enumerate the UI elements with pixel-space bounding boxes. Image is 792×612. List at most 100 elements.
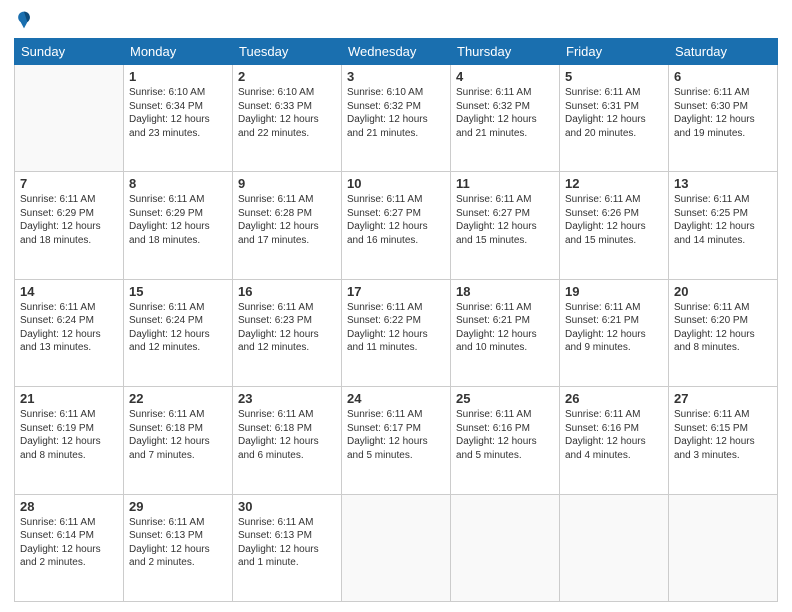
- day-number: 28: [20, 499, 118, 514]
- calendar-cell: 5 Sunrise: 6:11 AM Sunset: 6:31 PM Daylig…: [560, 65, 669, 172]
- day-info: Sunrise: 6:11 AM Sunset: 6:24 PM Dayligh…: [129, 301, 227, 355]
- calendar-body: 1 Sunrise: 6:10 AM Sunset: 6:34 PM Daylig…: [15, 65, 778, 602]
- day-info: Sunrise: 6:10 AM Sunset: 6:32 PM Dayligh…: [347, 86, 445, 140]
- day-info: Sunrise: 6:11 AM Sunset: 6:13 PM Dayligh…: [129, 516, 227, 570]
- day-number: 26: [565, 391, 663, 406]
- day-info: Sunrise: 6:11 AM Sunset: 6:14 PM Dayligh…: [20, 516, 118, 570]
- calendar-cell: [669, 494, 778, 601]
- day-info: Sunrise: 6:11 AM Sunset: 6:22 PM Dayligh…: [347, 301, 445, 355]
- calendar-cell: 18 Sunrise: 6:11 AM Sunset: 6:21 PM Dayli…: [451, 279, 560, 386]
- calendar-header-cell: Saturday: [669, 39, 778, 65]
- calendar-week-row: 14 Sunrise: 6:11 AM Sunset: 6:24 PM Dayli…: [15, 279, 778, 386]
- day-info: Sunrise: 6:11 AM Sunset: 6:16 PM Dayligh…: [565, 408, 663, 462]
- day-number: 9: [238, 176, 336, 191]
- calendar-cell: 19 Sunrise: 6:11 AM Sunset: 6:21 PM Dayli…: [560, 279, 669, 386]
- day-number: 24: [347, 391, 445, 406]
- calendar-cell: 17 Sunrise: 6:11 AM Sunset: 6:22 PM Dayli…: [342, 279, 451, 386]
- day-number: 17: [347, 284, 445, 299]
- day-info: Sunrise: 6:11 AM Sunset: 6:17 PM Dayligh…: [347, 408, 445, 462]
- header: [14, 10, 778, 30]
- day-number: 30: [238, 499, 336, 514]
- day-number: 4: [456, 69, 554, 84]
- calendar-header-cell: Tuesday: [233, 39, 342, 65]
- calendar-week-row: 21 Sunrise: 6:11 AM Sunset: 6:19 PM Dayli…: [15, 387, 778, 494]
- day-info: Sunrise: 6:10 AM Sunset: 6:34 PM Dayligh…: [129, 86, 227, 140]
- calendar-cell: 2 Sunrise: 6:10 AM Sunset: 6:33 PM Daylig…: [233, 65, 342, 172]
- calendar-week-row: 28 Sunrise: 6:11 AM Sunset: 6:14 PM Dayli…: [15, 494, 778, 601]
- calendar-cell: 8 Sunrise: 6:11 AM Sunset: 6:29 PM Daylig…: [124, 172, 233, 279]
- day-number: 10: [347, 176, 445, 191]
- day-info: Sunrise: 6:11 AM Sunset: 6:19 PM Dayligh…: [20, 408, 118, 462]
- page: SundayMondayTuesdayWednesdayThursdayFrid…: [0, 0, 792, 612]
- calendar-cell: 28 Sunrise: 6:11 AM Sunset: 6:14 PM Dayli…: [15, 494, 124, 601]
- day-info: Sunrise: 6:11 AM Sunset: 6:21 PM Dayligh…: [456, 301, 554, 355]
- day-info: Sunrise: 6:11 AM Sunset: 6:26 PM Dayligh…: [565, 193, 663, 247]
- calendar-cell: 1 Sunrise: 6:10 AM Sunset: 6:34 PM Daylig…: [124, 65, 233, 172]
- calendar-week-row: 7 Sunrise: 6:11 AM Sunset: 6:29 PM Daylig…: [15, 172, 778, 279]
- calendar-cell: 20 Sunrise: 6:11 AM Sunset: 6:20 PM Dayli…: [669, 279, 778, 386]
- day-number: 15: [129, 284, 227, 299]
- day-number: 27: [674, 391, 772, 406]
- calendar-cell: 29 Sunrise: 6:11 AM Sunset: 6:13 PM Dayli…: [124, 494, 233, 601]
- calendar-header-cell: Wednesday: [342, 39, 451, 65]
- logo-icon: [14, 10, 34, 30]
- day-number: 18: [456, 284, 554, 299]
- day-info: Sunrise: 6:11 AM Sunset: 6:30 PM Dayligh…: [674, 86, 772, 140]
- calendar-cell: 6 Sunrise: 6:11 AM Sunset: 6:30 PM Daylig…: [669, 65, 778, 172]
- calendar-cell: 24 Sunrise: 6:11 AM Sunset: 6:17 PM Dayli…: [342, 387, 451, 494]
- calendar-cell: 4 Sunrise: 6:11 AM Sunset: 6:32 PM Daylig…: [451, 65, 560, 172]
- calendar-cell: [451, 494, 560, 601]
- day-number: 3: [347, 69, 445, 84]
- calendar-header-cell: Monday: [124, 39, 233, 65]
- day-number: 20: [674, 284, 772, 299]
- calendar-cell: 13 Sunrise: 6:11 AM Sunset: 6:25 PM Dayli…: [669, 172, 778, 279]
- calendar-cell: 9 Sunrise: 6:11 AM Sunset: 6:28 PM Daylig…: [233, 172, 342, 279]
- day-number: 11: [456, 176, 554, 191]
- day-info: Sunrise: 6:11 AM Sunset: 6:32 PM Dayligh…: [456, 86, 554, 140]
- calendar-cell: 3 Sunrise: 6:10 AM Sunset: 6:32 PM Daylig…: [342, 65, 451, 172]
- day-number: 13: [674, 176, 772, 191]
- day-number: 21: [20, 391, 118, 406]
- day-info: Sunrise: 6:11 AM Sunset: 6:27 PM Dayligh…: [347, 193, 445, 247]
- calendar-cell: 12 Sunrise: 6:11 AM Sunset: 6:26 PM Dayli…: [560, 172, 669, 279]
- day-number: 29: [129, 499, 227, 514]
- calendar-cell: 10 Sunrise: 6:11 AM Sunset: 6:27 PM Dayli…: [342, 172, 451, 279]
- day-number: 2: [238, 69, 336, 84]
- day-info: Sunrise: 6:11 AM Sunset: 6:24 PM Dayligh…: [20, 301, 118, 355]
- calendar-cell: [560, 494, 669, 601]
- day-info: Sunrise: 6:11 AM Sunset: 6:18 PM Dayligh…: [129, 408, 227, 462]
- day-info: Sunrise: 6:11 AM Sunset: 6:18 PM Dayligh…: [238, 408, 336, 462]
- day-info: Sunrise: 6:11 AM Sunset: 6:29 PM Dayligh…: [129, 193, 227, 247]
- day-info: Sunrise: 6:11 AM Sunset: 6:28 PM Dayligh…: [238, 193, 336, 247]
- calendar-header-row: SundayMondayTuesdayWednesdayThursdayFrid…: [15, 39, 778, 65]
- day-info: Sunrise: 6:11 AM Sunset: 6:31 PM Dayligh…: [565, 86, 663, 140]
- day-number: 14: [20, 284, 118, 299]
- day-number: 5: [565, 69, 663, 84]
- day-info: Sunrise: 6:10 AM Sunset: 6:33 PM Dayligh…: [238, 86, 336, 140]
- day-number: 12: [565, 176, 663, 191]
- day-number: 19: [565, 284, 663, 299]
- day-info: Sunrise: 6:11 AM Sunset: 6:29 PM Dayligh…: [20, 193, 118, 247]
- day-info: Sunrise: 6:11 AM Sunset: 6:16 PM Dayligh…: [456, 408, 554, 462]
- day-info: Sunrise: 6:11 AM Sunset: 6:25 PM Dayligh…: [674, 193, 772, 247]
- day-number: 25: [456, 391, 554, 406]
- logo: [14, 10, 38, 30]
- day-number: 8: [129, 176, 227, 191]
- calendar-cell: 26 Sunrise: 6:11 AM Sunset: 6:16 PM Dayli…: [560, 387, 669, 494]
- day-info: Sunrise: 6:11 AM Sunset: 6:21 PM Dayligh…: [565, 301, 663, 355]
- calendar-cell: [342, 494, 451, 601]
- day-number: 22: [129, 391, 227, 406]
- day-info: Sunrise: 6:11 AM Sunset: 6:15 PM Dayligh…: [674, 408, 772, 462]
- calendar-header-cell: Sunday: [15, 39, 124, 65]
- calendar-cell: 27 Sunrise: 6:11 AM Sunset: 6:15 PM Dayli…: [669, 387, 778, 494]
- calendar-cell: 7 Sunrise: 6:11 AM Sunset: 6:29 PM Daylig…: [15, 172, 124, 279]
- calendar-cell: 15 Sunrise: 6:11 AM Sunset: 6:24 PM Dayli…: [124, 279, 233, 386]
- day-number: 6: [674, 69, 772, 84]
- day-number: 7: [20, 176, 118, 191]
- calendar-cell: 16Sunrise: 6:11 AM Sunset: 6:23 PM Dayli…: [233, 279, 342, 386]
- day-info: Sunrise: 6:11 AM Sunset: 6:20 PM Dayligh…: [674, 301, 772, 355]
- calendar-cell: 25 Sunrise: 6:11 AM Sunset: 6:16 PM Dayli…: [451, 387, 560, 494]
- day-number: 1: [129, 69, 227, 84]
- calendar-cell: 30Sunrise: 6:11 AM Sunset: 6:13 PM Dayli…: [233, 494, 342, 601]
- calendar-header-cell: Friday: [560, 39, 669, 65]
